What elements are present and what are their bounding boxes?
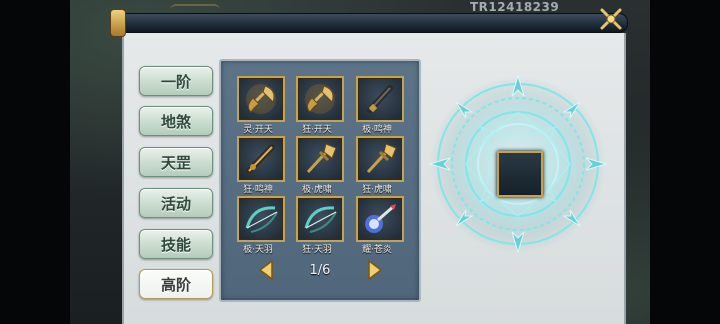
weapon-label: 狂·鸣神 xyxy=(243,185,273,195)
tab-advanced[interactable]: 高阶 xyxy=(139,269,213,299)
weapon-label: 狂·天羽 xyxy=(302,245,332,255)
weapon-label: 灵·开天 xyxy=(243,125,273,135)
tab-tier-one[interactable]: 一阶 xyxy=(139,66,213,96)
chevron-right-icon xyxy=(368,259,383,281)
scroll-rod-cap xyxy=(110,9,126,37)
weapon-slot[interactable] xyxy=(356,76,404,122)
chevron-left-icon xyxy=(258,259,273,281)
weapon-slot[interactable] xyxy=(296,196,344,242)
weapon-slot[interactable] xyxy=(237,196,285,242)
orb-staff-icon xyxy=(365,204,396,233)
axe-icon xyxy=(246,84,276,114)
tab-heaven[interactable]: 天罡 xyxy=(139,147,213,177)
right-letterbox xyxy=(650,0,720,324)
weapon-label: 耀·苍炎 xyxy=(362,245,392,255)
prev-page-button[interactable] xyxy=(256,258,276,282)
next-page-button[interactable] xyxy=(365,258,385,282)
blade-icon xyxy=(246,144,275,174)
weapon-slot[interactable] xyxy=(356,196,404,242)
weapon-label: 极·虎啸 xyxy=(302,185,332,195)
weapon-slot[interactable] xyxy=(356,136,404,182)
scroll-rod xyxy=(114,13,628,33)
weapon-slot[interactable] xyxy=(237,76,285,122)
close-icon xyxy=(600,8,622,30)
halberd-icon xyxy=(366,143,397,174)
tab-skill[interactable]: 技能 xyxy=(139,229,213,259)
close-button[interactable] xyxy=(596,4,626,34)
weapon-label: 狂·开天 xyxy=(302,125,332,135)
tab-earth[interactable]: 地煞 xyxy=(139,106,213,136)
axe-icon xyxy=(305,84,335,114)
blade-icon xyxy=(367,85,393,113)
weapon-slot[interactable] xyxy=(296,136,344,182)
equip-slot[interactable] xyxy=(497,151,543,197)
weapon-slot[interactable] xyxy=(296,76,344,122)
page-indicator: 1/6 xyxy=(309,263,331,278)
tab-event[interactable]: 活动 xyxy=(139,188,213,218)
scroll-rod-ornament xyxy=(170,4,220,16)
watermark-text: TR12418239 xyxy=(470,0,560,14)
weapon-label: 狂·虎啸 xyxy=(362,185,392,195)
weapon-slot[interactable] xyxy=(237,136,285,182)
bow-icon xyxy=(304,206,337,233)
weapon-label: 极·鸣神 xyxy=(362,125,392,135)
weapon-label: 极·天羽 xyxy=(243,245,273,255)
left-letterbox xyxy=(0,0,70,324)
halberd-icon xyxy=(306,143,337,174)
bow-icon xyxy=(245,206,278,233)
